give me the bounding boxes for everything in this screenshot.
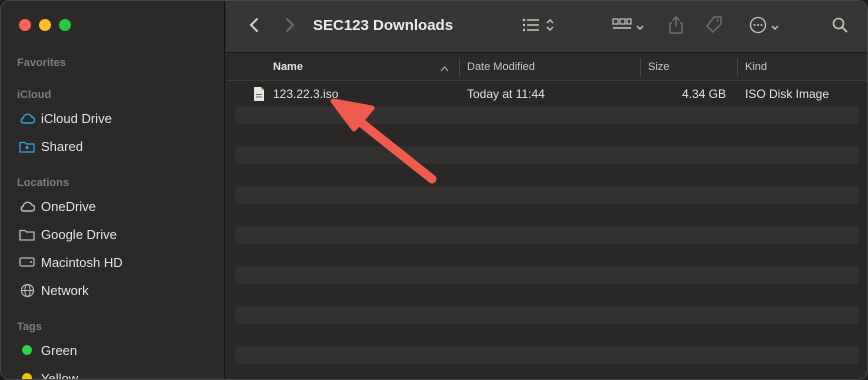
sidebar-section-tags: Tags <box>17 321 42 333</box>
tag-color-dot <box>19 370 35 379</box>
disk-icon <box>19 254 35 270</box>
sidebar-item-onedrive[interactable]: OneDrive <box>19 195 96 217</box>
sidebar-item-network[interactable]: Network <box>19 279 89 301</box>
folder-icon <box>19 226 35 242</box>
sidebar-item-label: Macintosh HD <box>41 254 123 270</box>
sidebar-item-macintosh-hd[interactable]: Macintosh HD <box>19 251 123 273</box>
sidebar-item-shared[interactable]: Shared <box>19 135 83 157</box>
network-icon <box>19 282 35 298</box>
sidebar-item-label: Network <box>41 282 89 298</box>
sidebar-item-label: Google Drive <box>41 226 117 242</box>
sidebar-item-tag-yellow[interactable]: Yellow <box>19 367 79 380</box>
sidebar-item-label: Shared <box>41 138 83 154</box>
shared-folder-icon <box>19 138 35 154</box>
cloud-icon <box>19 198 35 214</box>
close-window-button[interactable] <box>19 19 31 31</box>
sidebar-section-icloud: iCloud <box>17 89 52 101</box>
cloud-icon <box>19 110 35 126</box>
main-content: SEC123 Downloads Name Date Modified Size… <box>226 1 867 379</box>
sidebar: Favorites iCloud iCloud Drive Shared Loc… <box>1 1 225 380</box>
sidebar-item-label: Yellow <box>41 370 79 380</box>
minimize-window-button[interactable] <box>39 19 51 31</box>
annotation-arrow <box>330 98 437 184</box>
window-controls <box>19 19 71 31</box>
sidebar-item-google-drive[interactable]: Google Drive <box>19 223 117 245</box>
sidebar-section-locations: Locations <box>17 177 69 189</box>
sidebar-item-tag-green[interactable]: Green <box>19 339 77 361</box>
sidebar-item-icloud-drive[interactable]: iCloud Drive <box>19 107 112 129</box>
tag-color-dot <box>19 342 35 358</box>
sidebar-item-label: iCloud Drive <box>41 110 112 126</box>
finder-window: Favorites iCloud iCloud Drive Shared Loc… <box>0 0 868 380</box>
sidebar-item-label: Green <box>41 342 78 358</box>
zoom-window-button[interactable] <box>59 19 71 31</box>
sidebar-item-label: OneDrive <box>41 198 96 214</box>
sidebar-section-favorites: Favorites <box>17 57 66 69</box>
